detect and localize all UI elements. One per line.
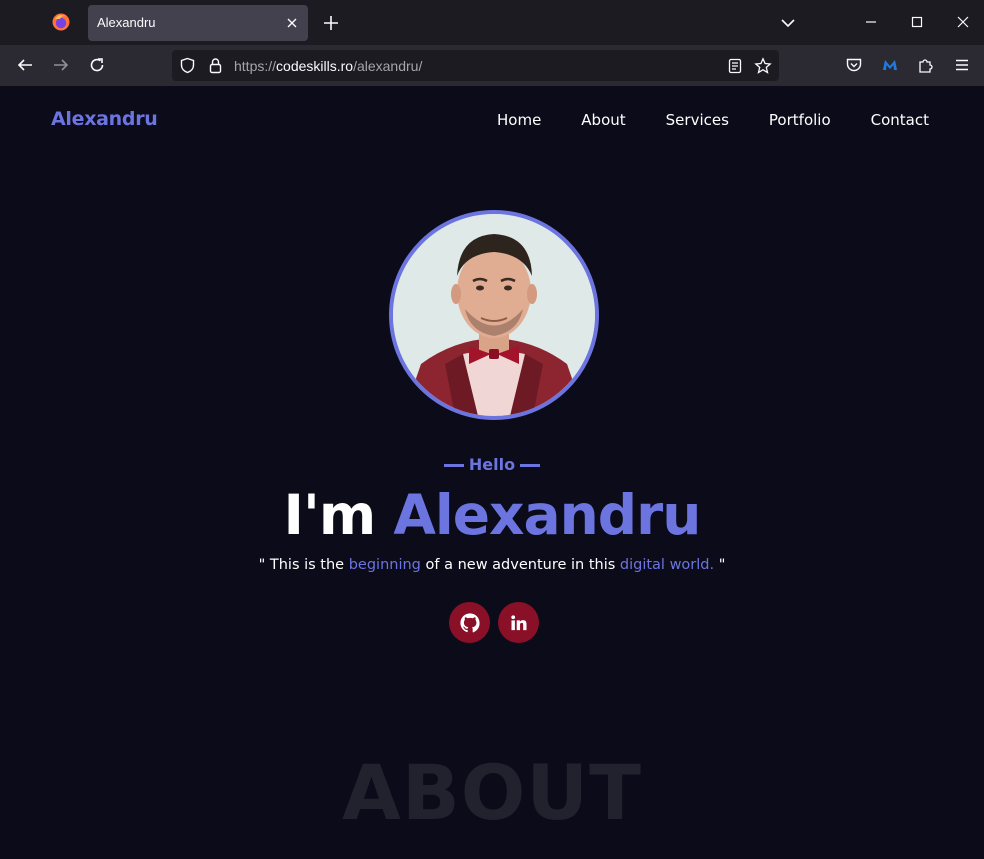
browser-tab-strip: Alexandru: [0, 0, 984, 45]
nav-home[interactable]: Home: [497, 111, 541, 129]
malwarebytes-icon[interactable]: [881, 56, 899, 74]
profile-photo: [389, 210, 599, 420]
hero-greeting: Hello: [0, 455, 984, 474]
address-bar[interactable]: https://codeskills.ro/alexandru/: [172, 50, 779, 81]
nav-portfolio[interactable]: Portfolio: [769, 111, 831, 129]
social-links: [449, 602, 539, 643]
hero-headline: I'm Alexandru: [0, 483, 984, 547]
new-tab-icon[interactable]: [322, 14, 340, 32]
linkedin-icon: [510, 614, 526, 630]
close-tab-icon[interactable]: [285, 16, 299, 30]
page-content: Alexandru Home About Services Portfolio …: [0, 86, 984, 859]
nav-services[interactable]: Services: [666, 111, 729, 129]
bookmark-star-icon[interactable]: [754, 57, 772, 75]
chevron-down-icon[interactable]: [780, 15, 796, 31]
nav-contact[interactable]: Contact: [871, 111, 929, 129]
maximize-icon[interactable]: [909, 14, 925, 30]
reader-view-icon[interactable]: [727, 58, 743, 74]
greeting-dash-left: [443, 464, 464, 467]
github-button[interactable]: [449, 602, 490, 643]
pocket-icon[interactable]: [845, 56, 863, 74]
browser-toolbar: https://codeskills.ro/alexandru/: [0, 45, 984, 86]
firefox-icon[interactable]: [52, 13, 70, 31]
shield-icon[interactable]: [179, 57, 196, 74]
url-text[interactable]: https://codeskills.ro/alexandru/: [234, 58, 422, 74]
github-icon: [459, 612, 480, 632]
hero-tagline: " This is the beginning of a new adventu…: [258, 557, 726, 573]
headline-name: Alexandru: [393, 483, 701, 547]
back-arrow-icon[interactable]: [16, 56, 34, 74]
linkedin-button[interactable]: [498, 602, 539, 643]
nav-about[interactable]: About: [581, 111, 625, 129]
minimize-icon[interactable]: [863, 14, 879, 30]
greeting-dash-right: [520, 464, 541, 467]
about-section-title: ABOUT: [342, 748, 642, 837]
menu-hamburger-icon[interactable]: [953, 56, 971, 74]
lock-icon[interactable]: [207, 57, 224, 74]
forward-arrow-icon[interactable]: [52, 56, 70, 74]
tab-title: Alexandru: [97, 15, 156, 30]
headline-prefix: I'm: [283, 483, 377, 547]
site-logo[interactable]: Alexandru: [51, 108, 158, 130]
extensions-icon[interactable]: [917, 56, 935, 74]
browser-tab[interactable]: Alexandru: [88, 5, 308, 41]
site-nav: Home About Services Portfolio Contact: [497, 111, 929, 129]
close-window-icon[interactable]: [955, 14, 971, 30]
reload-icon[interactable]: [88, 56, 106, 74]
